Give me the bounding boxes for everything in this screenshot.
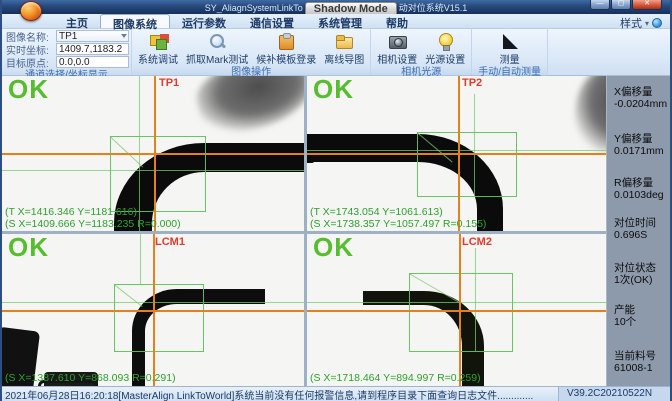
crosshair-horizontal <box>2 153 304 155</box>
coord-line-s: (S X=1387.610 Y=868.093 R=0.291) <box>5 372 176 384</box>
status-ok-label: OK <box>8 234 49 263</box>
gray-blob <box>575 76 606 152</box>
camera-quad-view: OK TP1 (T X=1416.346 Y=1181.616) (S X=14… <box>2 76 606 386</box>
roi-box <box>114 284 204 352</box>
maximize-button[interactable]: ▢ <box>611 0 631 10</box>
crosshair-horizontal <box>307 310 606 312</box>
group-image-ops: 系统调试 抓取Mark测试 候补模板登录 离线导图 图像操作 <box>132 29 371 75</box>
viewport-tp1[interactable]: OK TP1 (T X=1416.346 Y=1181.616) (S X=14… <box>2 76 304 231</box>
menu-bar: 主页 图像系统 运行参数 通信设置 系统管理 帮助 样式 ▾ <box>2 14 670 29</box>
window-title-right: 动对位系统V15.1 <box>399 3 468 13</box>
image-name-combo[interactable]: TP1 <box>56 30 129 42</box>
minimize-button[interactable]: — <box>590 0 610 10</box>
menu-home[interactable]: 主页 <box>54 14 100 28</box>
coord-line-s: (S X=1409.666 Y=1183.235 R=0.000) <box>5 218 181 230</box>
combo-arrow-icon <box>121 34 127 38</box>
measure-icon <box>500 32 520 50</box>
r-offset-label: R偏移量 <box>614 177 668 189</box>
capacity-label: 产能 <box>614 304 668 316</box>
capacity-value: 10个 <box>614 316 668 328</box>
ribbon: 图像名称: TP1 实时坐标: 1409.7,1183.2 目标原点: 0.0,… <box>2 29 670 76</box>
target-origin-field[interactable]: 0.0,0.0 <box>56 56 129 68</box>
ribbon-spacer <box>548 29 670 75</box>
system-debug-button[interactable]: 系统调试 <box>134 30 182 66</box>
part-number-value: 61008-1 <box>614 362 668 374</box>
coord-line-t: (T X=1743.054 Y=1061.613) <box>310 206 443 218</box>
template-register-button[interactable]: 候补模板登录 <box>252 30 320 66</box>
align-time-value: 0.696S <box>614 229 668 241</box>
roi-box <box>409 273 513 352</box>
grab-mark-test-icon <box>207 32 227 50</box>
result-side-panel: X偏移量-0.0204mm Y偏移量0.0171mm R偏移量0.0103deg… <box>606 76 670 386</box>
app-logo-orb-icon[interactable] <box>20 1 42 21</box>
gray-blob <box>191 76 304 141</box>
target-origin-label: 目标原点: <box>6 55 56 70</box>
camera-tag-label: LCM2 <box>462 236 492 248</box>
coord-line-s: (S X=1738.357 Y=1057.497 R=0.155) <box>310 218 486 230</box>
r-offset-value: 0.0103deg <box>614 189 668 201</box>
light-settings-button[interactable]: 光源设置 <box>421 30 469 66</box>
status-ok-label: OK <box>313 234 354 263</box>
group-measure: 测量 手动/自动测量 <box>472 29 548 75</box>
roi-box <box>110 136 206 212</box>
camera-tag-label: LCM1 <box>155 236 185 248</box>
x-offset-label: X偏移量 <box>614 86 668 98</box>
template-register-icon <box>276 32 296 50</box>
menu-comm-settings[interactable]: 通信设置 <box>238 14 306 28</box>
window-controls: — ▢ ✕ <box>589 0 662 10</box>
group-channel-coords: 图像名称: TP1 实时坐标: 1409.7,1183.2 目标原点: 0.0,… <box>2 29 132 75</box>
viewport-tp2[interactable]: OK TP2 (T X=1743.054 Y=1061.613) (S X=17… <box>307 76 606 231</box>
window-title: SY_AliagnSystemLinkToShadow Mode动对位系统V15… <box>2 1 670 15</box>
crosshair-horizontal <box>307 153 606 155</box>
coord-line-t: (T X=1416.346 Y=1181.616) <box>5 206 137 218</box>
version-label: V39.2C20210522N <box>558 387 670 401</box>
menu-run-params[interactable]: 运行参数 <box>170 14 238 28</box>
status-ok-label: OK <box>8 76 49 105</box>
measure-button[interactable]: 测量 <box>496 30 524 66</box>
menu-image-system[interactable]: 图像系统 <box>100 14 170 28</box>
roi-box <box>417 132 517 197</box>
realtime-coord-field[interactable]: 1409.7,1183.2 <box>56 43 129 55</box>
x-offset-value: -0.0204mm <box>614 98 668 110</box>
help-icon[interactable] <box>652 18 662 28</box>
menu-help[interactable]: 帮助 <box>374 14 420 28</box>
main-area: OK TP1 (T X=1416.346 Y=1181.616) (S X=14… <box>2 76 670 386</box>
camera-tag-label: TP1 <box>159 77 179 89</box>
camera-tag-label: TP2 <box>462 77 482 89</box>
title-bar: SY_AliagnSystemLinkToShadow Mode动对位系统V15… <box>2 0 670 14</box>
match-line-v <box>140 234 141 284</box>
status-message: 2021年06月28日16:20:18[MasterAlign LinkToWo… <box>2 387 558 401</box>
status-ok-label: OK <box>313 76 354 105</box>
align-status-value: 1次(OK) <box>614 274 668 286</box>
y-offset-label: Y偏移量 <box>614 133 668 145</box>
style-menu[interactable]: 样式 <box>620 15 642 31</box>
window-title-left: SY_AliagnSystemLinkTo <box>205 3 303 13</box>
app-window: SY_AliagnSystemLinkToShadow Mode动对位系统V15… <box>0 0 672 401</box>
camera-settings-icon <box>387 32 407 50</box>
part-number-label: 当前料号 <box>614 350 668 362</box>
system-debug-icon <box>148 32 168 50</box>
style-caret-icon: ▾ <box>645 19 649 28</box>
offline-map-icon <box>334 32 354 50</box>
viewport-lcm1[interactable]: OK LCM1 (S X=1387.610 Y=868.093 R=0.291) <box>2 234 304 386</box>
close-button[interactable]: ✕ <box>632 0 662 10</box>
light-settings-icon <box>435 32 455 50</box>
offline-map-button[interactable]: 离线导图 <box>320 30 368 66</box>
crosshair-horizontal <box>2 310 304 312</box>
coord-line-s: (S X=1718.464 Y=894.997 R=0.259) <box>310 372 481 384</box>
menu-system-mgmt[interactable]: 系统管理 <box>306 14 374 28</box>
align-time-label: 对位时间 <box>614 217 668 229</box>
camera-settings-button[interactable]: 相机设置 <box>373 30 421 66</box>
grab-mark-test-button[interactable]: 抓取Mark测试 <box>182 30 252 66</box>
y-offset-value: 0.0171mm <box>614 145 668 157</box>
status-bar: 2021年06月28日16:20:18[MasterAlign LinkToWo… <box>2 386 670 401</box>
group-camera-light: 相机设置 光源设置 相机光源 <box>371 29 472 75</box>
align-status-label: 对位状态 <box>614 262 668 274</box>
viewport-lcm2[interactable]: OK LCM2 (S X=1718.464 Y=894.997 R=0.259) <box>307 234 606 386</box>
